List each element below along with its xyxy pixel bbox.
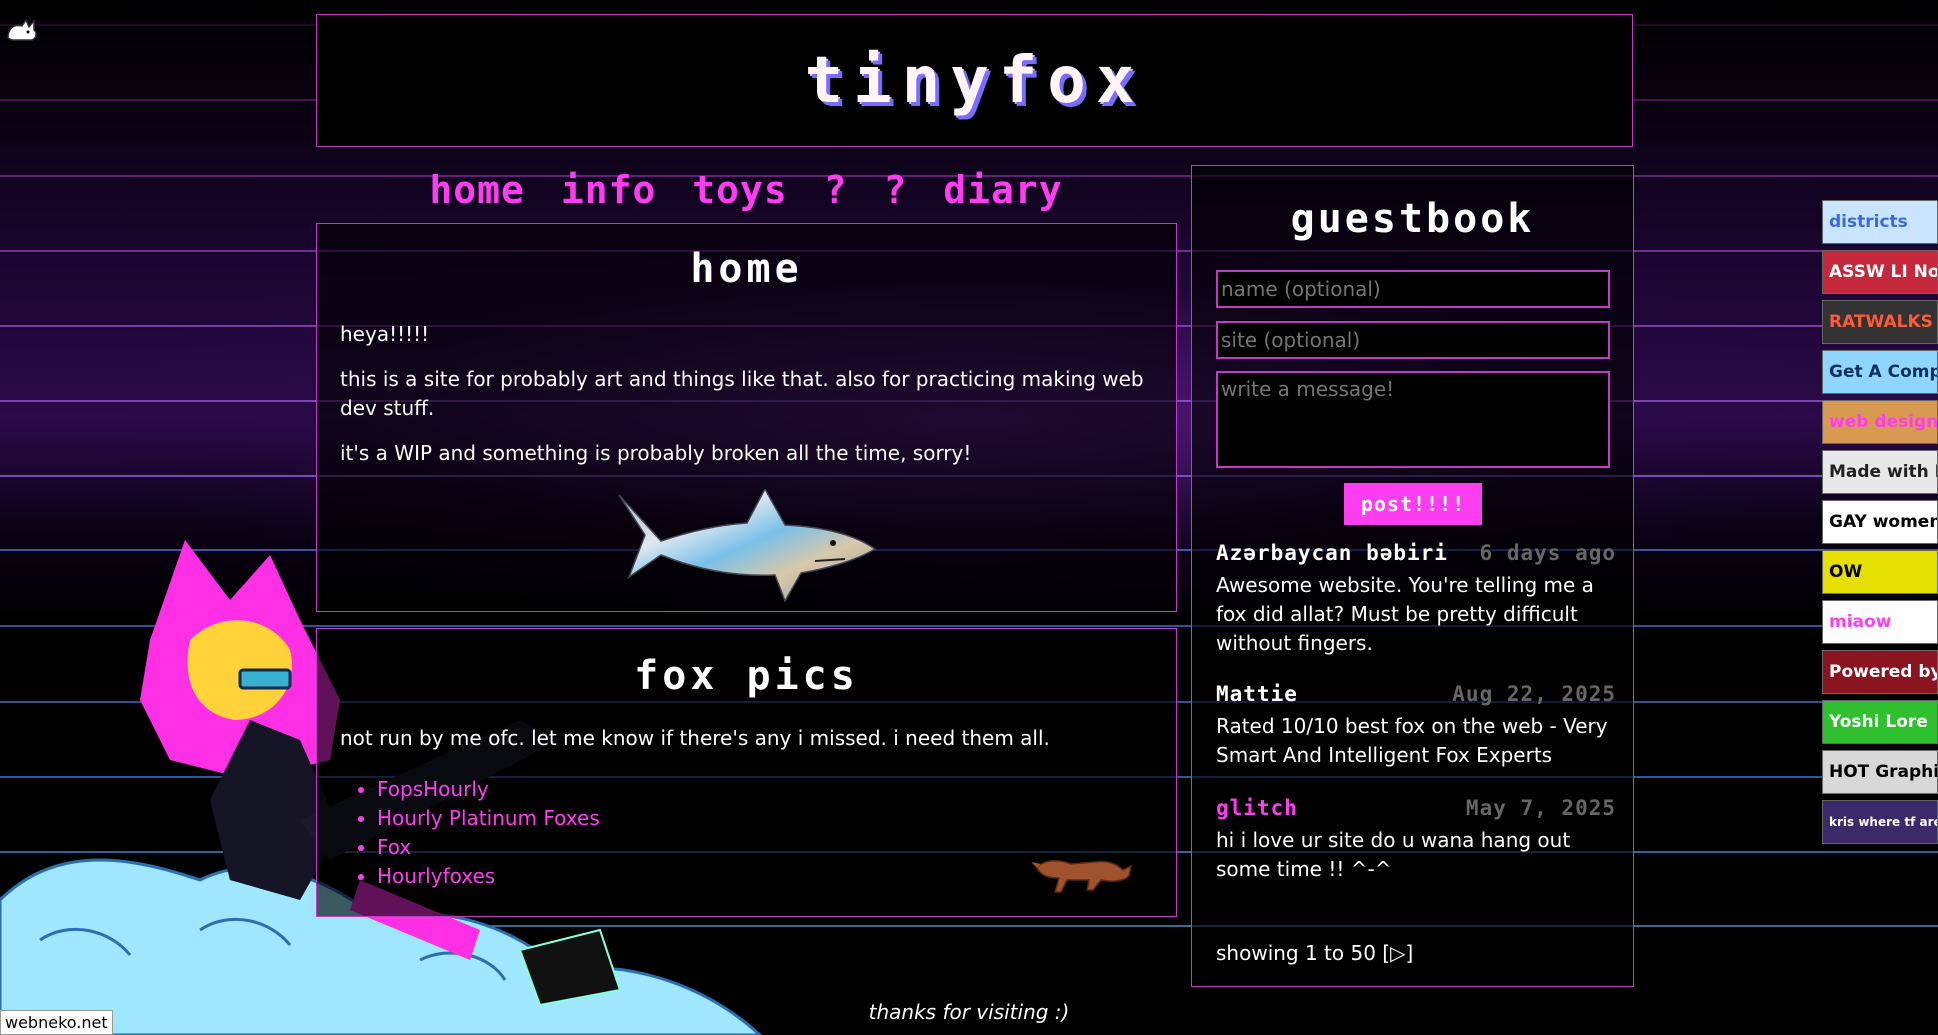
guestbook-entry-name: glitch: [1216, 796, 1298, 820]
guestbook-entry-date: May 7, 2025: [1465, 796, 1616, 820]
guestbook-entry-name: Azərbaycan bəbiri: [1216, 541, 1448, 565]
badge-made-with-neocities[interactable]: Made with Neocities: [1822, 450, 1938, 494]
home-paragraph: heya!!!!!: [340, 322, 430, 346]
badge-hot-graphics[interactable]: HOT Graphics: [1822, 750, 1938, 794]
guestbook-panel: guestbook post!!!! Azərbaycan bəbiri 6 d…: [1191, 165, 1634, 987]
guestbook-entry-message: hi i love ur site do u wana hang out som…: [1216, 828, 1571, 881]
home-panel: home heya!!!!! this is a site for probab…: [316, 223, 1177, 612]
nav-link-diary[interactable]: diary: [943, 168, 1062, 212]
badge-districts[interactable]: districts: [1822, 200, 1938, 244]
guestbook-entry: Azərbaycan bəbiri 6 days ago Awesome web…: [1216, 541, 1616, 658]
main-nav: home info toys ? ? diary: [316, 168, 1176, 212]
badge-dr-pepper[interactable]: Powered by Dr Pepper: [1822, 650, 1938, 694]
webneko-link[interactable]: webneko.net: [0, 1010, 113, 1035]
guestbook-entry: glitch May 7, 2025 hi i love ur site do …: [1216, 796, 1616, 884]
list-item: Fox: [377, 833, 600, 862]
guestbook-entry-date: Aug 22, 2025: [1452, 682, 1616, 706]
guestbook-pager[interactable]: showing 1 to 50 [▷]: [1216, 941, 1413, 965]
footer-thanks: thanks for visiting :): [868, 1000, 1070, 1024]
fox-links-list: FopsHourly Hourly Platinum Foxes Fox Hou…: [353, 775, 600, 891]
fox-pics-intro: not run by me ofc. let me know if there'…: [340, 726, 1050, 750]
badge-kris[interactable]: kris where tf are we: [1822, 800, 1938, 844]
nav-link-question-1[interactable]: ?: [824, 168, 848, 212]
guestbook-entry-message: Awesome website. You're telling me a fox…: [1216, 573, 1594, 655]
badge-get-a-computer[interactable]: Get A Computer: [1822, 350, 1938, 394]
guestbook-scroll-fade: [1193, 901, 1632, 921]
list-item: Hourly Platinum Foxes: [377, 804, 600, 833]
list-item: FopsHourly: [377, 775, 600, 804]
guestbook-entry: Mattie Aug 22, 2025 Rated 10/10 best fox…: [1216, 682, 1616, 770]
badge-web-design[interactable]: web design: [1822, 400, 1938, 444]
fox-link-hourlyfoxes[interactable]: Hourlyfoxes: [377, 864, 495, 888]
nav-link-question-2[interactable]: ?: [883, 168, 907, 212]
guestbook-entry-name: Mattie: [1216, 682, 1298, 706]
site-buttons-column: districts ASSW LI Now! RATWALKS Get A Co…: [1822, 200, 1938, 850]
badge-ow[interactable]: OW: [1822, 550, 1938, 594]
fox-link-fopshourly[interactable]: FopsHourly: [377, 777, 489, 801]
post-button[interactable]: post!!!!: [1344, 483, 1482, 525]
fox-link-fox[interactable]: Fox: [377, 835, 411, 859]
fox-pics-heading: fox pics: [634, 653, 859, 699]
guestbook-entry-message: Rated 10/10 best fox on the web - Very S…: [1216, 714, 1608, 767]
badge-asswli[interactable]: ASSW LI Now!: [1822, 250, 1938, 294]
fox-pics-panel: fox pics not run by me ofc. let me know …: [316, 628, 1177, 917]
message-input[interactable]: [1216, 371, 1610, 468]
webneko-cat-icon[interactable]: [4, 16, 40, 46]
badge-ratwalks[interactable]: RATWALKS: [1822, 300, 1938, 344]
guestbook-entry-date: 6 days ago: [1479, 541, 1616, 565]
walking-fox-image: [1031, 860, 1133, 893]
holographic-shark-image: [618, 489, 877, 603]
home-paragraph: it's a WIP and something is probably bro…: [340, 441, 972, 465]
badge-yoshi-lore[interactable]: Yoshi Lore: [1822, 700, 1938, 744]
guestbook-heading: guestbook: [1290, 196, 1535, 242]
home-body: heya!!!!! this is a site for probably ar…: [340, 320, 1150, 484]
list-item: Hourlyfoxes: [377, 862, 600, 891]
site-input[interactable]: [1216, 321, 1610, 359]
nav-link-toys[interactable]: toys: [692, 168, 788, 212]
nav-link-home[interactable]: home: [429, 168, 525, 212]
fox-link-hourly-platinum-foxes[interactable]: Hourly Platinum Foxes: [377, 806, 600, 830]
badge-gay-women[interactable]: GAY women: [1822, 500, 1938, 544]
site-header: tinyfox: [316, 14, 1633, 147]
name-input[interactable]: [1216, 270, 1610, 308]
home-paragraph: this is a site for probably art and thin…: [340, 367, 1144, 420]
badge-miaow[interactable]: miaow: [1822, 600, 1938, 644]
nav-link-info[interactable]: info: [561, 168, 657, 212]
home-heading: home: [690, 246, 803, 292]
site-title: tinyfox: [804, 43, 1145, 118]
